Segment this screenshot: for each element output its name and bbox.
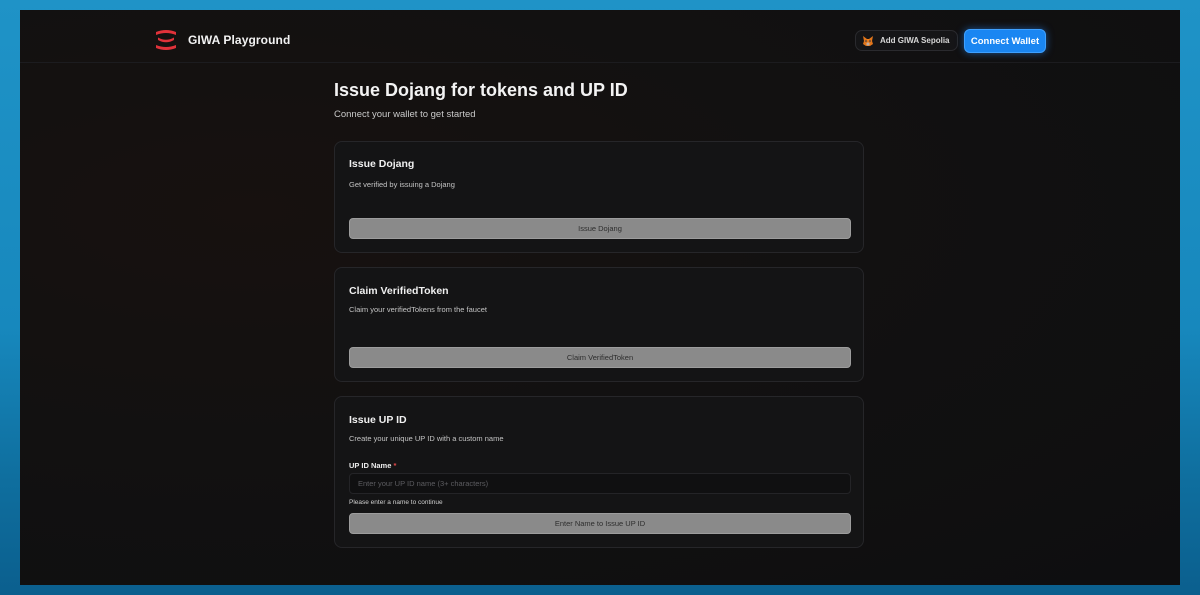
card-description: Create your unique UP ID with a custom n…: [349, 434, 504, 443]
card-description: Claim your verifiedTokens from the fauce…: [349, 305, 487, 314]
issue-upid-card: Issue UP ID Create your unique UP ID wit…: [334, 396, 864, 548]
card-title: Claim VerifiedToken: [349, 285, 449, 297]
field-label-text: UP ID Name: [349, 461, 392, 470]
top-navbar: GIWA Playground Add GIWA Sepolia Connect…: [20, 10, 1180, 63]
claim-token-card: Claim VerifiedToken Claim your verifiedT…: [334, 267, 864, 382]
add-network-button[interactable]: Add GIWA Sepolia: [855, 30, 959, 51]
app-window: GIWA Playground Add GIWA Sepolia Connect…: [20, 10, 1180, 585]
issue-upid-button[interactable]: Enter Name to Issue UP ID: [349, 513, 851, 534]
page-subtitle: Connect your wallet to get started: [334, 109, 476, 120]
app-title: GIWA Playground: [188, 33, 291, 47]
validation-hint: Please enter a name to continue: [349, 499, 443, 506]
metamask-fox-icon: [863, 35, 873, 46]
connect-wallet-button[interactable]: Connect Wallet: [964, 29, 1046, 53]
issue-dojang-card: Issue Dojang Get verified by issuing a D…: [334, 141, 864, 253]
upid-name-label: UP ID Name *: [349, 461, 396, 470]
brand[interactable]: GIWA Playground: [154, 29, 290, 51]
required-marker: *: [393, 461, 397, 470]
claim-token-button[interactable]: Claim VerifiedToken: [349, 347, 851, 368]
giwa-logo-icon: [156, 30, 176, 50]
card-description: Get verified by issuing a Dojang: [349, 180, 455, 189]
card-title: Issue Dojang: [349, 158, 415, 170]
upid-name-input[interactable]: [349, 473, 851, 494]
add-network-label: Add GIWA Sepolia: [880, 36, 950, 45]
card-title: Issue UP ID: [349, 414, 407, 426]
page-title: Issue Dojang for tokens and UP ID: [334, 80, 628, 100]
issue-dojang-button[interactable]: Issue Dojang: [349, 218, 851, 239]
